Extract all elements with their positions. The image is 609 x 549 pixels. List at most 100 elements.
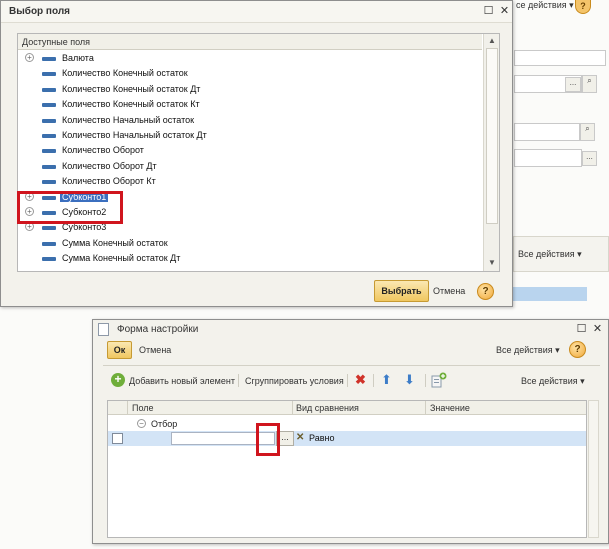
tree-header: Доступные поля <box>18 34 482 50</box>
tree-item[interactable]: Количество Конечный остаток Дт <box>18 82 482 97</box>
grid-header: Поле Вид сравнения Значение <box>108 401 586 415</box>
add-element-button[interactable]: Добавить новый элемент <box>129 376 235 386</box>
bg-all-actions-menu[interactable]: се действия ▾ <box>516 0 609 14</box>
highlight-box-subkonto <box>17 191 123 224</box>
field-icon <box>42 118 56 123</box>
column-header-value[interactable]: Значение <box>430 403 470 413</box>
grid-scrollbar[interactable] <box>588 400 599 538</box>
tree-scrollbar[interactable]: ▲ ▼ <box>483 34 499 271</box>
available-fields-tree[interactable]: Доступные поля + Валюта Количество Конечны… <box>17 33 500 272</box>
close-button[interactable]: ✕ <box>498 5 511 18</box>
tree-item[interactable]: Количество Оборот Кт <box>18 174 482 189</box>
move-up-icon[interactable]: ⬆ <box>381 373 392 387</box>
settings-form-dialog: Форма настройки ☐ ✕ Ок Отмена Все действ… <box>92 319 609 544</box>
tree-item[interactable]: Количество Конечный остаток Кт <box>18 97 482 112</box>
cancel-link[interactable]: Отмена <box>139 345 171 355</box>
dialog-titlebar: Форма настройки ☐ ✕ <box>93 320 608 338</box>
bg-field-1[interactable] <box>514 50 606 66</box>
field-icon <box>42 87 56 92</box>
move-down-icon[interactable]: ⬇ <box>404 373 415 387</box>
close-button[interactable]: ✕ <box>591 323 604 336</box>
all-actions-menu-toolbar[interactable]: Все действия ▾ <box>521 376 585 387</box>
choose-button[interactable]: Выбрать <box>374 280 429 302</box>
scroll-up-icon[interactable]: ▲ <box>484 34 499 48</box>
bg-field-2-search-button[interactable]: ⌕ <box>582 75 597 93</box>
field-icon <box>42 72 56 77</box>
tree-item-label: Количество Начальный остаток <box>62 114 195 125</box>
help-button[interactable]: ? <box>569 341 586 358</box>
clear-icon[interactable]: ✕ <box>296 432 304 443</box>
column-divider <box>425 401 426 415</box>
tree-item[interactable]: Сумма Конечный остаток <box>18 236 482 251</box>
dialog-titlebar: Выбор поля ☐ ✕ <box>1 1 512 23</box>
tree-item-label: Количество Оборот Дт <box>62 160 157 171</box>
tree-item[interactable]: Количество Оборот Дт <box>18 159 482 174</box>
tree-item[interactable]: Количество Конечный остаток <box>18 66 482 81</box>
tree-item-label: Сумма Конечный остаток Дт <box>62 253 181 264</box>
scroll-down-icon[interactable]: ▼ <box>484 256 499 270</box>
field-selection-dialog: Выбор поля ☐ ✕ Доступные поля + Валюта Кол… <box>0 0 513 307</box>
expand-icon[interactable]: + <box>25 53 34 62</box>
tree-item[interactable]: Количество Оборот <box>18 143 482 158</box>
field-icon <box>42 241 56 246</box>
column-header-field[interactable]: Поле <box>132 403 154 413</box>
filter-group-label: Отбор <box>151 419 178 429</box>
column-header-comparison[interactable]: Вид сравнения <box>296 403 359 413</box>
scroll-thumb[interactable] <box>486 48 498 224</box>
tree-item-label: Количество Конечный остаток Кт <box>62 99 200 110</box>
ok-button[interactable]: Ок <box>107 341 132 359</box>
bg-field-2-select-button[interactable]: ... <box>565 77 581 92</box>
tree-item-label: Количество Конечный остаток <box>62 68 188 79</box>
comparison-value[interactable]: Равно <box>309 433 334 443</box>
dialog-title: Выбор поля <box>9 6 71 17</box>
highlight-box-select-button <box>256 423 280 456</box>
tree-item[interactable]: Сумма Конечный остаток Дт <box>18 251 482 266</box>
bg-help-label: ? <box>580 1 586 11</box>
toolbar-divider <box>238 374 239 387</box>
tree-item[interactable]: + Валюта <box>18 51 482 66</box>
filter-grid[interactable]: Поле Вид сравнения Значение − Отбор ... … <box>107 400 587 538</box>
bg-table-actions-label: Все действия ▾ <box>518 249 582 259</box>
maximize-button[interactable]: ☐ <box>482 5 495 18</box>
collapse-icon[interactable]: − <box>137 419 146 428</box>
bg-dots-label: ... <box>569 78 577 87</box>
group-conditions-button[interactable]: Сгруппировать условия <box>245 376 344 386</box>
tree-item[interactable]: Количество Начальный остаток Дт <box>18 128 482 143</box>
toolbar-divider <box>373 374 374 387</box>
search-icon: ⌕ <box>587 76 592 85</box>
group-add-icon[interactable] <box>431 372 447 388</box>
column-divider <box>292 401 293 415</box>
filter-group-row[interactable]: − Отбор <box>108 417 586 431</box>
bg-field-3-search-button[interactable]: ⌕ <box>580 123 595 141</box>
tree-item[interactable]: Количество Начальный остаток <box>18 113 482 128</box>
bg-table-actions-menu[interactable]: Все действия ▾ <box>518 249 582 260</box>
tree-item-label: Сумма Конечный остаток <box>62 237 168 248</box>
toolbar-divider <box>425 374 426 387</box>
maximize-button[interactable]: ☐ <box>575 323 588 336</box>
toolbar-separator <box>103 365 600 366</box>
bg-field-3[interactable] <box>514 123 580 141</box>
bg-field-4[interactable] <box>514 149 582 167</box>
field-icon <box>42 103 56 108</box>
tree-item-label: Количество Конечный остаток Дт <box>62 83 201 94</box>
use-checkbox[interactable] <box>112 433 123 444</box>
bg-field-4-select-button[interactable]: ... <box>582 151 597 166</box>
field-icon <box>42 164 56 169</box>
bg-table-selected-row[interactable] <box>513 287 587 301</box>
all-actions-menu-top[interactable]: Все действия ▾ <box>496 345 560 356</box>
bg-all-actions-label: се действия ▾ <box>516 0 574 10</box>
search-icon: ⌕ <box>585 124 590 133</box>
bg-dots-label: ... <box>586 152 593 161</box>
tree-item-label: Количество Оборот <box>62 145 144 156</box>
add-icon[interactable]: + <box>111 373 125 387</box>
field-icon <box>42 226 56 231</box>
field-icon <box>42 180 56 185</box>
delete-icon[interactable]: ✖ <box>355 373 366 387</box>
table-row[interactable]: ... ✕ Равно <box>108 431 586 446</box>
tree-item-label: Количество Оборот Кт <box>62 176 156 187</box>
field-icon <box>42 257 56 262</box>
help-button[interactable]: ? <box>477 283 494 300</box>
field-icon <box>42 57 56 61</box>
toolbar-divider <box>347 374 348 387</box>
cancel-button[interactable]: Отмена <box>433 286 465 296</box>
